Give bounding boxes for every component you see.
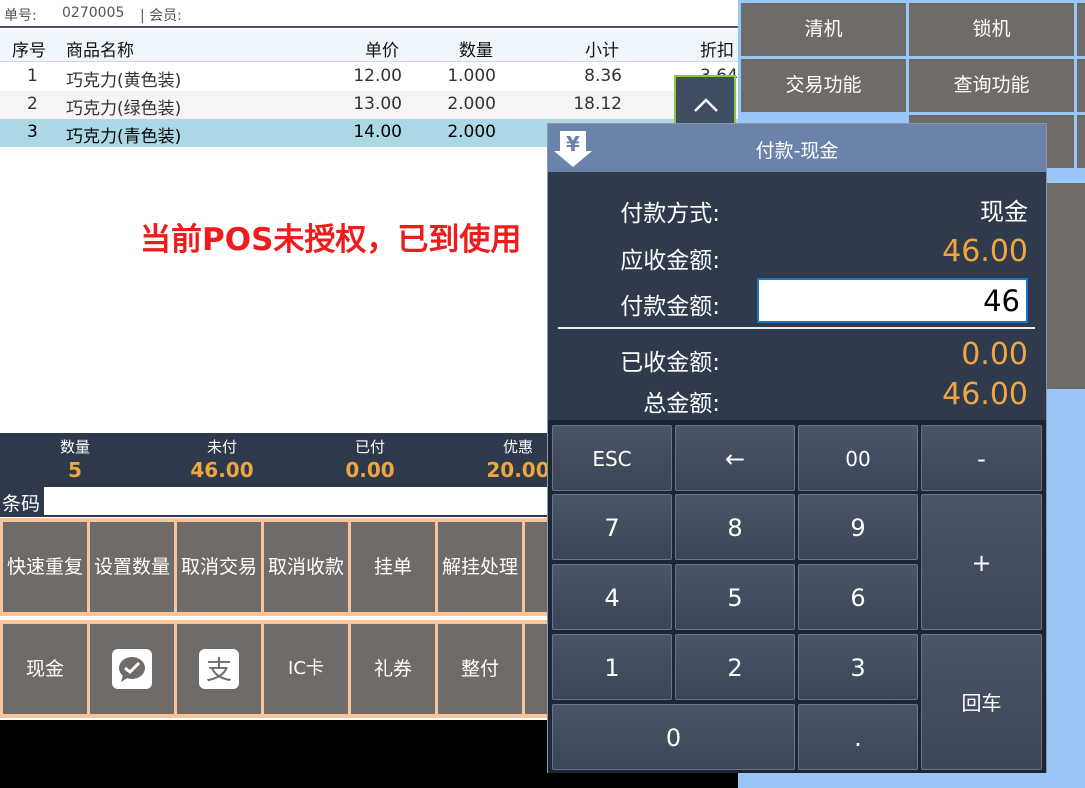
- key-9[interactable]: 9: [798, 494, 918, 560]
- svg-text:支: 支: [206, 656, 232, 686]
- whole-pay-button[interactable]: 整付: [438, 624, 522, 714]
- col-discount: 折扣: [700, 41, 734, 61]
- payment-method-value: 现金: [980, 198, 1028, 226]
- quick-repeat-button[interactable]: 快速重复: [3, 522, 87, 612]
- table-row[interactable]: 1 巧克力(黄色装) 12.00 1.000 8.36 3.64: [0, 63, 738, 91]
- key-6[interactable]: 6: [798, 564, 918, 630]
- col-price: 单价: [365, 41, 399, 61]
- clear-machine-button[interactable]: 清机: [741, 3, 906, 56]
- key-7[interactable]: 7: [552, 494, 672, 560]
- order-info-bar: 单号: 0270005 | 会员:: [0, 0, 738, 28]
- received-value: 0.00: [961, 337, 1028, 372]
- barcode-label: 条码: [2, 493, 41, 515]
- chevron-up-icon: [694, 98, 718, 112]
- key-2[interactable]: 2: [675, 634, 795, 700]
- payment-dialog-title: 付款-现金: [755, 140, 839, 162]
- key-0[interactable]: 0: [552, 704, 795, 770]
- row-qty: 1.000: [447, 66, 496, 86]
- col-name: 商品名称: [66, 41, 134, 61]
- hold-order-button[interactable]: 挂单: [351, 522, 435, 612]
- payment-method-label: 付款方式:: [620, 201, 720, 227]
- payment-dialog: ¥ 付款-现金 付款方式: 现金 应收金额: 46.00 付款金额: 已收金额:…: [547, 123, 1047, 773]
- row-price: 13.00: [353, 94, 402, 114]
- cancel-transaction-button[interactable]: 取消交易: [177, 522, 261, 612]
- row-name: 巧克力(绿色装): [66, 99, 182, 119]
- right-tile-edge: [1077, 3, 1085, 56]
- query-functions-button[interactable]: 查询功能: [909, 59, 1074, 112]
- summary-paid: 已付 0.00: [295, 433, 445, 482]
- receivable-value: 46.00: [942, 234, 1028, 269]
- coupon-button[interactable]: 礼券: [351, 624, 435, 714]
- key-8[interactable]: 8: [675, 494, 795, 560]
- row-price: 14.00: [353, 122, 402, 142]
- key-dot[interactable]: .: [798, 704, 918, 770]
- pay-amount-input[interactable]: [757, 278, 1028, 323]
- receivable-label: 应收金额:: [620, 248, 720, 274]
- order-no-label: 单号:: [4, 8, 37, 24]
- key-enter[interactable]: 回车: [921, 634, 1042, 770]
- row-subtotal: 18.12: [573, 94, 622, 114]
- row-seq: 2: [27, 94, 38, 114]
- key-3[interactable]: 3: [798, 634, 918, 700]
- summary-paid-label: 已付: [354, 438, 385, 456]
- col-subtotal: 小计: [585, 41, 619, 61]
- key-1[interactable]: 1: [552, 634, 672, 700]
- key-double-zero[interactable]: 00: [798, 425, 918, 491]
- item-grid-header: 序号 商品名称 单价 数量 小计 折扣: [0, 30, 738, 62]
- row-subtotal: 8.36: [584, 66, 622, 86]
- wechat-pay-icon: [112, 649, 152, 689]
- total-value: 46.00: [942, 377, 1028, 412]
- payment-dialog-titlebar: ¥ 付款-现金: [548, 124, 1046, 172]
- member-label: | 会员:: [140, 8, 182, 24]
- table-row[interactable]: 2 巧克力(绿色装) 13.00 2.000 18.12: [0, 91, 738, 119]
- lock-machine-button[interactable]: 锁机: [909, 3, 1074, 56]
- set-quantity-button[interactable]: 设置数量: [90, 522, 174, 612]
- row-seq: 3: [27, 122, 38, 142]
- row-seq: 1: [27, 66, 38, 86]
- ic-card-button[interactable]: IC卡: [264, 624, 348, 714]
- received-label: 已收金额:: [620, 350, 720, 376]
- wechat-pay-button[interactable]: [90, 624, 174, 714]
- col-seq: 序号: [12, 41, 46, 61]
- trade-functions-button[interactable]: 交易功能: [741, 59, 906, 112]
- right-tile-edge: [1077, 115, 1085, 168]
- dialog-divider: [558, 327, 1035, 329]
- key-esc[interactable]: ESC: [552, 425, 672, 491]
- alipay-button[interactable]: 支: [177, 624, 261, 714]
- total-label: 总金额:: [643, 391, 720, 417]
- summary-unpaid-value: 46.00: [190, 458, 254, 482]
- row-price: 12.00: [353, 66, 402, 86]
- key-backspace[interactable]: ←: [675, 425, 795, 491]
- key-plus[interactable]: +: [921, 494, 1042, 630]
- summary-unpaid: 未付 46.00: [147, 433, 297, 482]
- summary-qty: 数量 5: [0, 433, 150, 482]
- right-tile-blank[interactable]: [1047, 183, 1085, 389]
- alipay-icon: 支: [199, 649, 239, 689]
- pay-amount-label: 付款金额:: [620, 294, 720, 320]
- cash-button[interactable]: 现金: [3, 624, 87, 714]
- order-no: 0270005: [62, 5, 125, 21]
- resume-order-button[interactable]: 解挂处理: [438, 522, 522, 612]
- key-4[interactable]: 4: [552, 564, 672, 630]
- key-5[interactable]: 5: [675, 564, 795, 630]
- summary-qty-label: 数量: [59, 438, 90, 456]
- row-qty: 2.000: [447, 122, 496, 142]
- license-warning-text: 当前POS未授权，已到使用: [140, 222, 522, 258]
- key-minus[interactable]: -: [921, 425, 1042, 491]
- numeric-keypad: ESC ← 00 - 7 8 9 + 4 5 6 1 2 3 回车 0 .: [548, 420, 1046, 773]
- row-name: 巧克力(黄色装): [66, 71, 182, 91]
- summary-unpaid-label: 未付: [206, 438, 237, 456]
- right-tile-edge: [1077, 59, 1085, 112]
- row-name: 巧克力(青色装): [66, 127, 182, 147]
- cancel-payment-button[interactable]: 取消收款: [264, 522, 348, 612]
- col-qty: 数量: [459, 41, 493, 61]
- summary-qty-value: 5: [68, 458, 82, 482]
- summary-paid-value: 0.00: [345, 458, 395, 482]
- row-qty: 2.000: [447, 94, 496, 114]
